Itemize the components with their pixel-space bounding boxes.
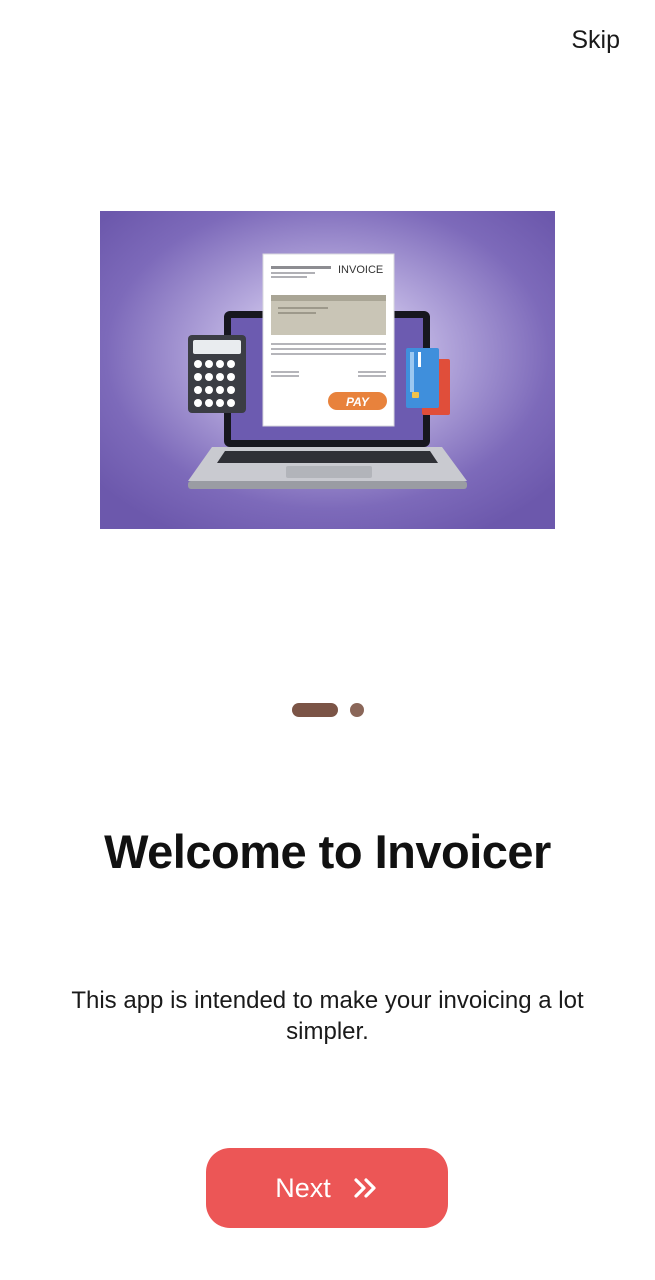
- next-button[interactable]: Next: [206, 1148, 448, 1228]
- page-indicator: [0, 703, 655, 717]
- pay-label: PAY: [346, 395, 370, 409]
- page-description: This app is intended to make your invoic…: [71, 987, 584, 1045]
- hero-illustration: INVOICE PAY: [100, 211, 555, 529]
- invoice-document-icon: INVOICE PAY: [262, 253, 395, 427]
- double-chevron-right-icon: [353, 1177, 379, 1199]
- invoice-label: INVOICE: [338, 264, 383, 276]
- calculator-icon: [188, 335, 246, 413]
- skip-button[interactable]: Skip: [571, 22, 620, 58]
- page-indicator-active-dot: [291, 703, 338, 717]
- page-indicator-dot: [349, 703, 364, 717]
- next-button-label: Next: [275, 1172, 331, 1203]
- page-title: Welcome to Invoicer: [104, 825, 551, 878]
